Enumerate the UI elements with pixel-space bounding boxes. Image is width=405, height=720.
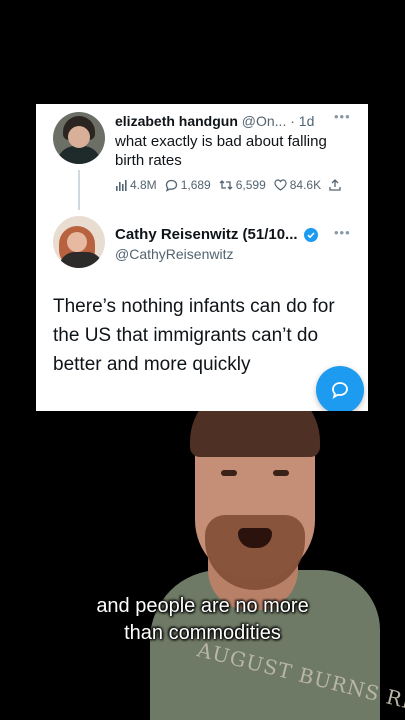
like-count: 84.6K — [289, 178, 322, 192]
author-handle[interactable]: @On... — [242, 113, 287, 129]
views-button[interactable]: 4.8M — [115, 178, 157, 192]
creator-eye-left — [221, 470, 237, 476]
retweet-icon — [219, 180, 233, 190]
share-icon — [329, 179, 341, 191]
tweet-header: elizabeth handgun @On... · 1d — [115, 113, 314, 129]
tweet-screenshot: elizabeth handgun @On... · 1d ••• what e… — [36, 104, 368, 411]
share-button[interactable] — [329, 179, 344, 191]
compose-reply-button[interactable] — [316, 366, 364, 411]
video-frame: AUGUST BURNS RED elizabeth handgun @On..… — [0, 0, 405, 720]
more-options-icon[interactable]: ••• — [334, 109, 351, 124]
tweet-text: There’s nothing infants can do for the U… — [53, 296, 335, 375]
views-count: 4.8M — [130, 178, 157, 192]
avatar[interactable] — [53, 112, 105, 164]
retweet-count: 6,599 — [235, 178, 266, 192]
author-name-row[interactable]: Cathy Reisenwitz (51/10... — [115, 226, 318, 243]
like-button[interactable]: 84.6K — [274, 178, 321, 192]
more-options-icon[interactable]: ••• — [334, 225, 351, 240]
tweet-time[interactable]: · 1d — [290, 113, 314, 129]
thread-connector — [78, 170, 80, 210]
retweet-button[interactable]: 6,599 — [219, 178, 266, 192]
video-caption: and people are no more than commodities — [0, 593, 405, 647]
author-name[interactable]: Cathy Reisenwitz (51/10... — [115, 226, 298, 243]
analytics-icon — [116, 180, 127, 191]
avatar[interactable] — [53, 216, 105, 268]
caption-line-1: and people are no more — [96, 595, 309, 617]
caption-line-2: than commodities — [124, 622, 281, 644]
author-handle[interactable]: @CathyReisenwitz — [115, 246, 233, 262]
author-name[interactable]: elizabeth handgun — [115, 113, 238, 129]
heart-icon — [274, 179, 287, 191]
reply-icon — [165, 179, 177, 192]
tweet-text: what exactly is bad about falling birth … — [115, 133, 327, 169]
verified-badge-icon — [303, 227, 318, 242]
reply-count: 1,689 — [180, 178, 211, 192]
tweet-actions: 4.8M 1,689 6,599 84.6K — [115, 178, 352, 192]
speech-bubble-icon — [332, 382, 348, 399]
reply-button[interactable]: 1,689 — [165, 178, 211, 192]
creator-eye-right — [273, 470, 289, 476]
